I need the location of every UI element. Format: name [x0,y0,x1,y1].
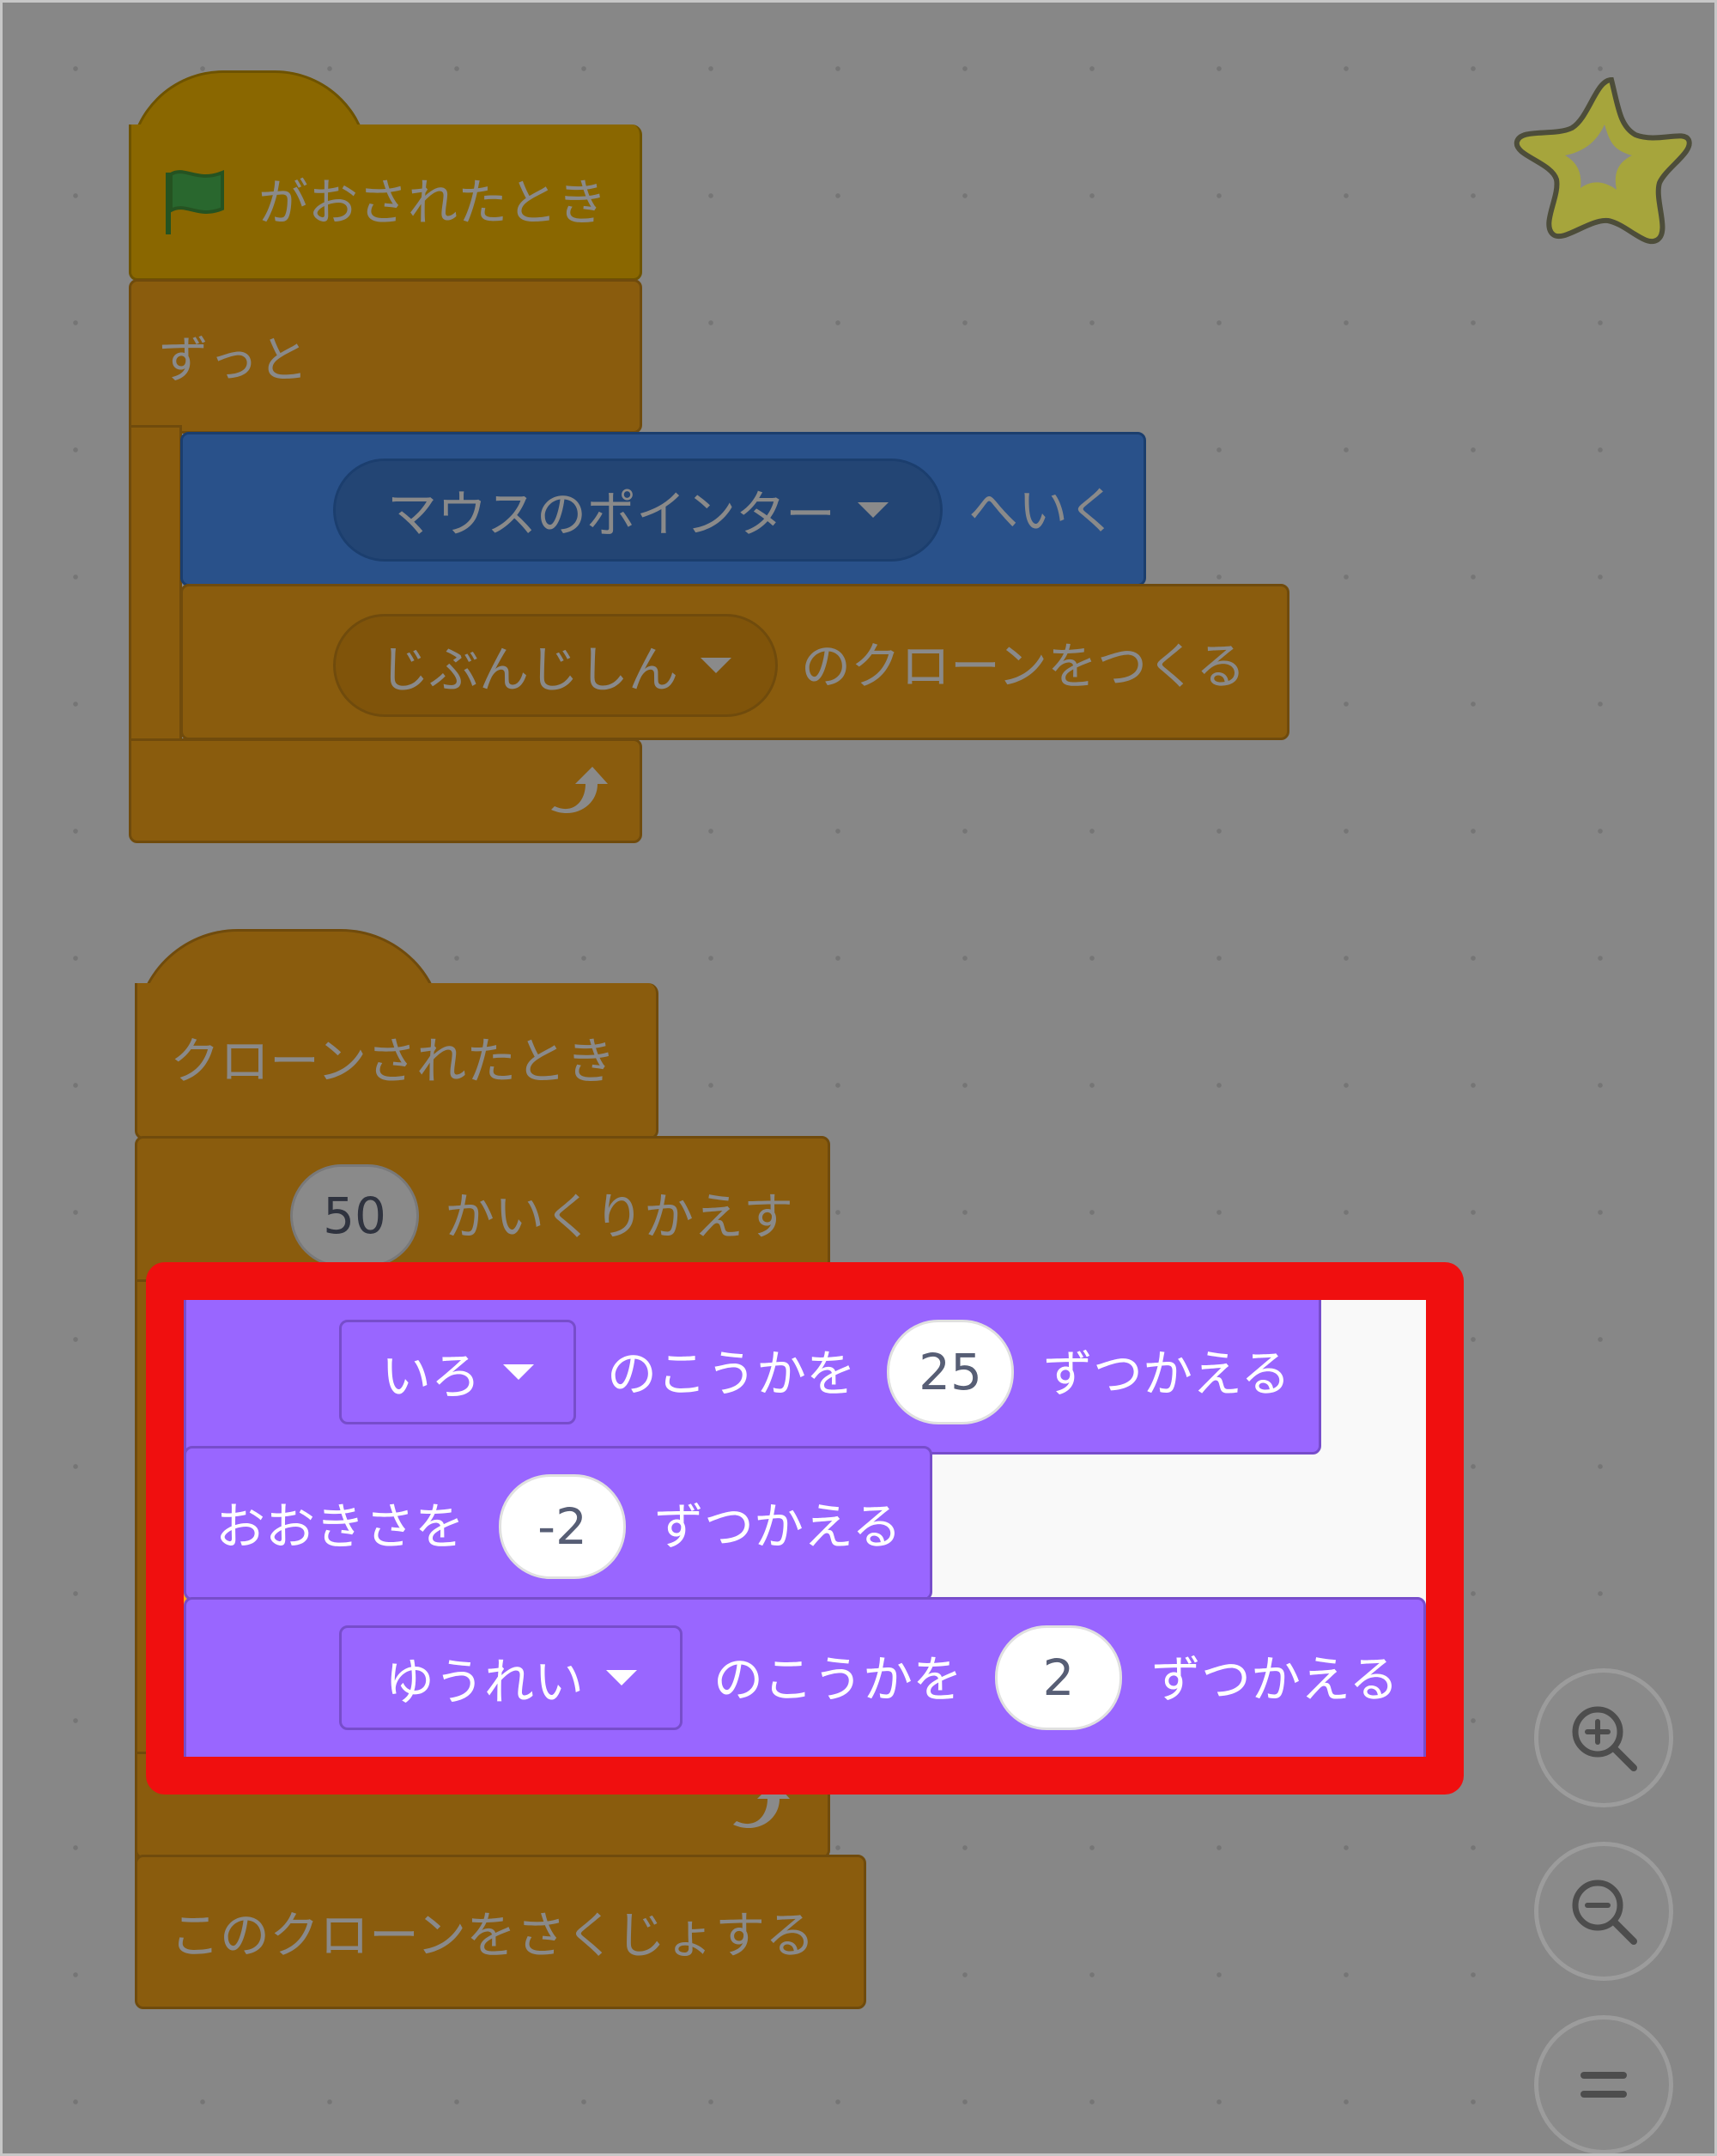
screenshot-border [0,0,1717,2156]
